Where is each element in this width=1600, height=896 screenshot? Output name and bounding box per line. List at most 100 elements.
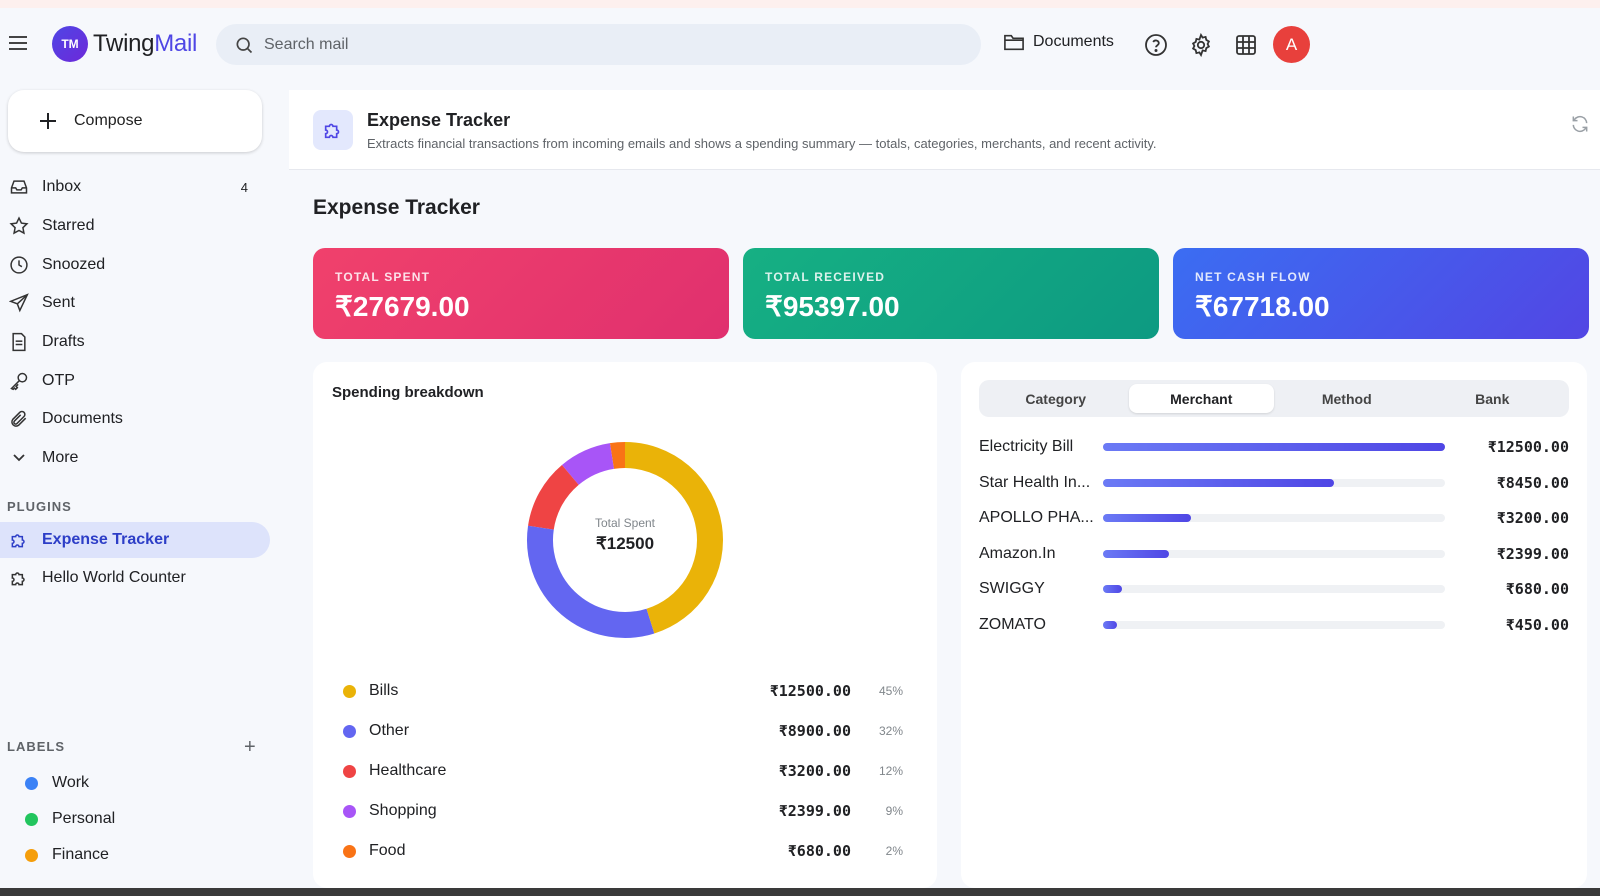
window-bottom-strip	[0, 888, 1600, 896]
window-top-strip	[0, 0, 1600, 8]
legend-amount: ₹3200.00	[778, 762, 851, 780]
sidebar-item-label: Starred	[42, 217, 95, 235]
help-icon	[1145, 34, 1167, 56]
sidebar-plugin-hello-world-counter[interactable]: Hello World Counter	[0, 560, 270, 596]
gear-icon	[1191, 33, 1211, 57]
help-button[interactable]	[1141, 30, 1171, 60]
app-name-part1: Twing	[93, 30, 155, 57]
donut-slice-healthcare	[528, 464, 580, 531]
legend-category: Food	[369, 842, 406, 859]
sidebar-item-more[interactable]: More	[0, 439, 272, 478]
label-name: Personal	[52, 810, 116, 827]
stat-label: TOTAL SPENT	[335, 270, 431, 284]
avatar[interactable]: A	[1273, 26, 1310, 63]
plugins-section-title: PLUGINS	[7, 499, 72, 514]
legend-percent: 9%	[885, 804, 903, 818]
merchant-amount: ₹8450.00	[1496, 473, 1569, 492]
legend-category: Shopping	[369, 802, 437, 819]
sidebar-item-otp[interactable]: OTP	[0, 361, 272, 400]
sidebar-item-label: OTP	[42, 371, 75, 389]
settings-button[interactable]	[1186, 30, 1216, 60]
merchant-bar-fill	[1103, 585, 1122, 594]
merchant-bar-track	[1103, 514, 1445, 523]
stat-label: TOTAL RECEIVED	[765, 270, 886, 284]
merchant-bar-fill	[1103, 514, 1191, 523]
refresh-icon	[1572, 115, 1588, 133]
plugin-icon	[313, 110, 353, 150]
clock-icon	[8, 254, 30, 276]
search-icon	[236, 37, 253, 53]
add-label-button[interactable]: +	[244, 736, 256, 759]
apps-button[interactable]	[1231, 30, 1261, 60]
sidebar-item-starred[interactable]: Starred	[0, 207, 272, 246]
legend-amount: ₹680.00	[787, 842, 851, 860]
sidebar-item-sent[interactable]: Sent	[0, 284, 272, 323]
compose-button[interactable]: Compose	[8, 90, 262, 152]
spending-breakdown-card: Spending breakdown Total Spent ₹12500 Bi…	[313, 362, 937, 888]
legend-color-dot	[343, 844, 356, 858]
merchant-amount: ₹3200.00	[1496, 509, 1569, 528]
stat-value: ₹95397.00	[765, 291, 900, 322]
puzzle-icon	[324, 123, 340, 139]
plus-icon: +	[244, 736, 256, 758]
label-item-finance[interactable]: Finance	[25, 846, 109, 864]
sidebar-item-snoozed[interactable]: Snoozed	[0, 245, 272, 284]
sidebar-item-label: Snoozed	[42, 255, 106, 273]
legend-amount: ₹12500.00	[769, 682, 851, 700]
merchant-name: SWIGGY	[979, 580, 1045, 598]
tab-method[interactable]: Method	[1274, 384, 1420, 413]
plugin-description: Extracts financial transactions from inc…	[367, 136, 1157, 151]
sidebar-item-drafts[interactable]: Drafts	[0, 323, 272, 362]
merchant-bar-track	[1103, 585, 1445, 594]
plugin-header: Expense Tracker Extracts financial trans…	[289, 90, 1600, 170]
page-title: Expense Tracker	[313, 196, 480, 219]
stat-value: ₹67718.00	[1195, 291, 1330, 322]
merchant-bar-fill	[1103, 443, 1445, 451]
sidebar-item-label: Sent	[42, 294, 75, 312]
legend-color-dot	[343, 764, 356, 778]
merchant-name: Star Health In...	[979, 473, 1091, 491]
merchant-amount: ₹12500.00	[1487, 438, 1569, 456]
sidebar-item-documents[interactable]: Documents	[0, 400, 272, 439]
label-name: Finance	[52, 846, 109, 863]
breakdown-tabs-card: Category Merchant Method Bank Electricit…	[961, 362, 1587, 888]
tab-category[interactable]: Category	[983, 384, 1129, 413]
label-item-personal[interactable]: Personal	[25, 810, 115, 828]
refresh-button[interactable]	[1570, 114, 1592, 136]
legend-category: Healthcare	[369, 762, 447, 779]
legend-amount: ₹8900.00	[778, 722, 851, 740]
plugin-title: Expense Tracker	[367, 110, 511, 130]
hamburger-icon	[9, 48, 27, 50]
legend-percent: 32%	[878, 724, 903, 738]
inbox-icon	[8, 176, 30, 198]
tab-merchant[interactable]: Merchant	[1128, 384, 1274, 413]
sidebar-item-label: More	[42, 449, 79, 467]
sidebar-plugin-label: Expense Tracker	[42, 531, 170, 548]
sidebar-plugin-expense-tracker[interactable]: Expense Tracker	[0, 522, 270, 558]
merchant-bar-fill	[1103, 478, 1335, 487]
hamburger-icon	[9, 36, 27, 38]
top-header: TM TwingMail Documents A	[0, 8, 1600, 82]
search-input[interactable]	[264, 35, 924, 54]
legend-percent: 45%	[878, 684, 903, 698]
label-item-work[interactable]: Work	[25, 774, 89, 792]
compose-label: Compose	[74, 112, 143, 129]
donut-center-value: ₹12500	[596, 534, 654, 553]
header-documents-button[interactable]: Documents	[1003, 32, 1114, 52]
main-menu-button[interactable]	[6, 32, 32, 58]
sidebar-plugin-label: Hello World Counter	[42, 569, 186, 586]
draft-icon	[8, 331, 30, 353]
breakdown-tabs: Category Merchant Method Bank	[979, 380, 1569, 417]
tab-bank[interactable]: Bank	[1420, 384, 1566, 413]
sidebar-item-inbox[interactable]: Inbox 4	[0, 168, 272, 207]
app-name: TwingMail	[93, 30, 197, 58]
sidebar-item-label: Documents	[42, 410, 123, 428]
legend-percent: 2%	[885, 844, 903, 858]
search-bar[interactable]	[216, 24, 981, 65]
hamburger-icon	[9, 42, 27, 44]
donut-slice-food	[609, 442, 626, 469]
merchant-bar-track	[1103, 549, 1445, 558]
star-icon	[8, 215, 30, 237]
label-color-dot	[25, 848, 38, 862]
merchant-row: ZOMATO ₹450.00	[979, 613, 1569, 637]
